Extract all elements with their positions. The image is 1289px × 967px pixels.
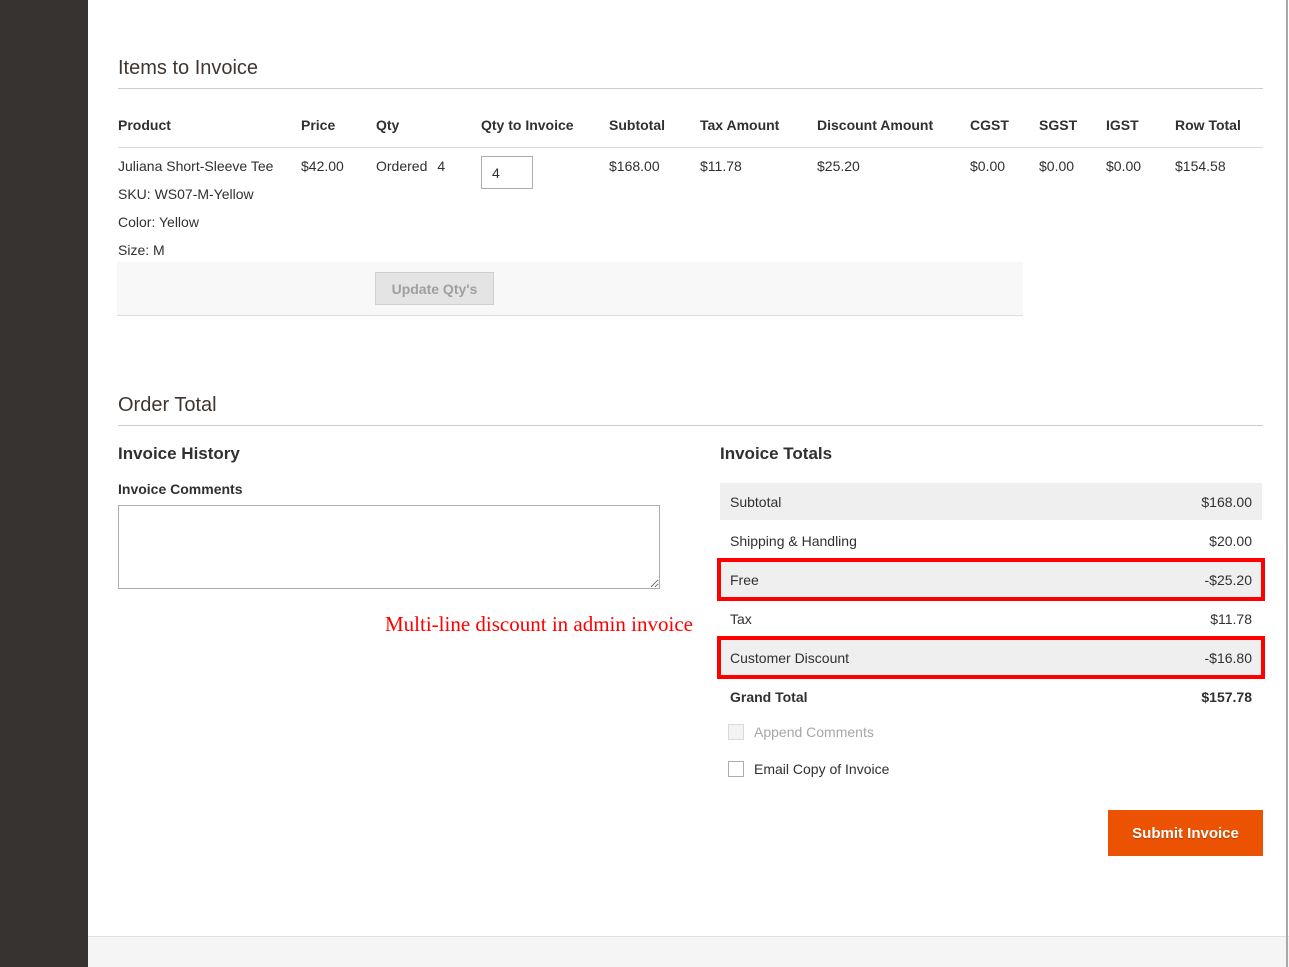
totals-row-shipping: Shipping & Handling $20.00 — [720, 522, 1262, 559]
update-qtys-button[interactable]: Update Qty's — [375, 272, 494, 305]
product-color: Color: Yellow — [118, 214, 295, 230]
qty-ordered-value: 4 — [437, 158, 445, 174]
totals-value: $20.00 — [1209, 533, 1252, 549]
qty-cell: Ordered 4 — [376, 148, 481, 269]
col-header-tax-amount: Tax Amount — [700, 105, 817, 148]
col-header-subtotal: Subtotal — [609, 105, 700, 148]
col-header-cgst: CGST — [970, 105, 1039, 148]
totals-row-subtotal: Subtotal $168.00 — [720, 483, 1262, 520]
product-sku: SKU: WS07-M-Yellow — [118, 186, 295, 202]
totals-row-grand-total: Grand Total $157.78 — [720, 678, 1262, 715]
invoice-comments-label: Invoice Comments — [118, 481, 242, 497]
col-header-discount-amount: Discount Amount — [817, 105, 970, 148]
page-right-edge — [1286, 0, 1288, 967]
totals-value: $168.00 — [1201, 494, 1252, 510]
col-header-sgst: SGST — [1039, 105, 1106, 148]
totals-row-customer-discount: Customer Discount -$16.80 — [720, 639, 1262, 676]
totals-label: Subtotal — [730, 494, 781, 510]
email-copy-row: Email Copy of Invoice — [728, 761, 889, 777]
tax-amount-cell: $11.78 — [700, 148, 817, 269]
invoice-totals-table: Subtotal $168.00 Shipping & Handling $20… — [720, 483, 1262, 717]
totals-label: Customer Discount — [730, 650, 849, 666]
igst-cell: $0.00 — [1106, 148, 1175, 269]
totals-label: Tax — [730, 611, 752, 627]
submit-invoice-button[interactable]: Submit Invoice — [1108, 810, 1263, 856]
append-comments-label: Append Comments — [754, 724, 874, 740]
email-copy-label: Email Copy of Invoice — [754, 761, 889, 777]
row-total-cell: $154.58 — [1175, 148, 1263, 269]
main-content: Items to Invoice Product Price Qty Qty t… — [88, 0, 1289, 937]
qty-to-invoice-cell — [481, 148, 609, 269]
update-qty-bar: Update Qty's — [117, 262, 1023, 316]
totals-label: Shipping & Handling — [730, 533, 857, 549]
col-header-igst: IGST — [1106, 105, 1175, 148]
invoice-page: Items to Invoice Product Price Qty Qty t… — [0, 0, 1289, 967]
col-header-qty: Qty — [376, 105, 481, 148]
invoice-comments-textarea[interactable] — [118, 505, 660, 589]
col-header-qty-to-invoice: Qty to Invoice — [481, 105, 609, 148]
col-header-price: Price — [301, 105, 376, 148]
red-annotation-text: Multi-line discount in admin invoice — [385, 612, 693, 637]
subtotal-cell: $168.00 — [609, 148, 700, 269]
totals-label: Free — [730, 572, 759, 588]
append-comments-row: Append Comments — [728, 724, 874, 740]
totals-row-free-discount: Free -$25.20 — [720, 561, 1262, 598]
totals-value: -$16.80 — [1205, 650, 1252, 666]
items-title-divider — [118, 88, 1263, 89]
email-copy-checkbox[interactable] — [728, 761, 744, 777]
qty-ordered-label: Ordered — [376, 158, 427, 174]
product-size: Size: M — [118, 242, 295, 258]
discount-amount-cell: $25.20 — [817, 148, 970, 269]
cgst-cell: $0.00 — [970, 148, 1039, 269]
items-to-invoice-table: Product Price Qty Qty to Invoice Subtota… — [118, 105, 1263, 268]
totals-row-tax: Tax $11.78 — [720, 600, 1262, 637]
sgst-cell: $0.00 — [1039, 148, 1106, 269]
page-footer — [88, 936, 1289, 967]
invoice-totals-title: Invoice Totals — [720, 444, 832, 464]
totals-label: Grand Total — [730, 689, 808, 705]
product-cell: Juliana Short-Sleeve Tee SKU: WS07-M-Yel… — [118, 148, 301, 269]
invoice-history-title: Invoice History — [118, 444, 240, 464]
totals-value: $157.78 — [1201, 689, 1252, 705]
qty-to-invoice-input[interactable] — [481, 156, 533, 189]
price-cell: $42.00 — [301, 148, 376, 269]
totals-value: -$25.20 — [1205, 572, 1252, 588]
append-comments-checkbox[interactable] — [728, 724, 744, 740]
admin-sidebar[interactable] — [0, 0, 88, 967]
col-header-row-total: Row Total — [1175, 105, 1263, 148]
order-total-title: Order Total — [118, 394, 217, 417]
totals-value: $11.78 — [1210, 611, 1252, 627]
product-name: Juliana Short-Sleeve Tee — [118, 158, 295, 174]
col-header-product: Product — [118, 105, 301, 148]
order-total-divider — [118, 425, 1263, 426]
item-row: Juliana Short-Sleeve Tee SKU: WS07-M-Yel… — [118, 148, 1263, 269]
items-to-invoice-title: Items to Invoice — [118, 57, 258, 80]
items-table-header-row: Product Price Qty Qty to Invoice Subtota… — [118, 105, 1263, 148]
